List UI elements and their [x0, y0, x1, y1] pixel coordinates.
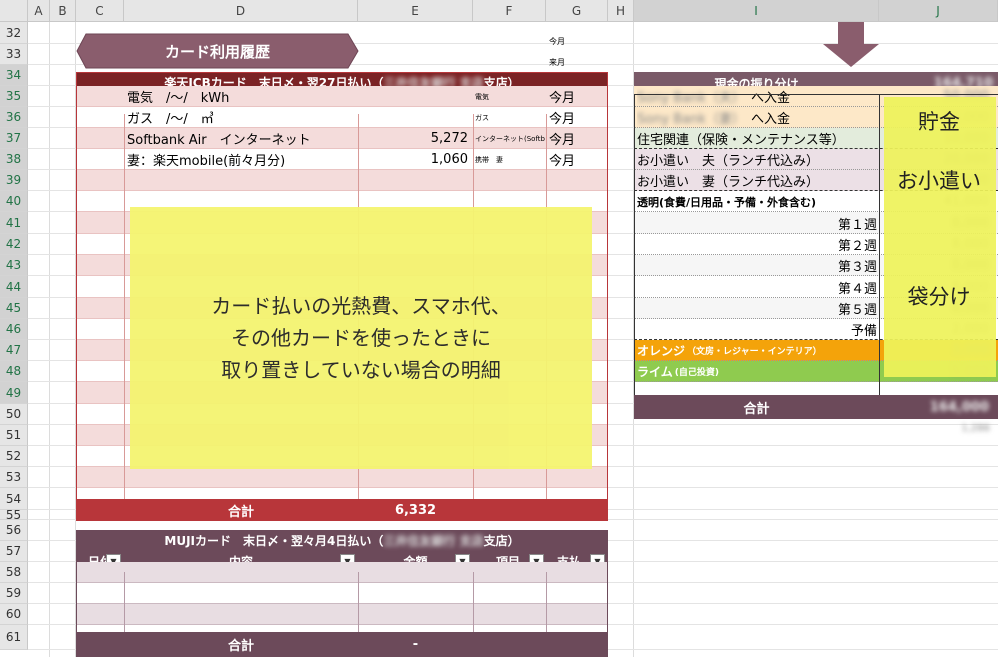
row-header[interactable]: 38: [0, 149, 28, 170]
note-line-3: 取り置きしていない場合の明細: [221, 358, 501, 382]
rakuten-row-pay[interactable]: 今月: [549, 86, 605, 107]
rakuten-row-item[interactable]: インターネット(Softbank): [475, 128, 545, 149]
rakuten-row-content[interactable]: 妻：楽天mobile(前々月分): [127, 149, 357, 170]
rakuten-row-item[interactable]: 携帯 妻: [475, 149, 545, 170]
rakuten-row-content[interactable]: ガス /～/ ㎥: [127, 107, 357, 128]
row-header[interactable]: 39: [0, 170, 28, 191]
card-history-banner-title: カード利用履歴: [164, 42, 270, 61]
row-header[interactable]: 33: [0, 44, 28, 65]
row-header[interactable]: 51: [0, 425, 28, 446]
rakuten-row-content[interactable]: 電気 /～/ kWh: [127, 86, 357, 107]
note-line-1: カード払いの光熱費、スマホ代、: [211, 294, 511, 318]
muji-total-value: -: [412, 637, 419, 652]
yellow-note-box[interactable]: カード払いの光熱費、スマホ代、 その他カードを使ったときに 取り置きしていない場…: [130, 207, 592, 469]
rakuten-row-amount[interactable]: 5,272: [358, 128, 468, 149]
row-header[interactable]: 61: [0, 625, 28, 650]
muji-total-label: 合計: [227, 639, 254, 654]
row-header[interactable]: 35: [0, 86, 28, 107]
row-header[interactable]: 57: [0, 541, 28, 562]
column-header-h[interactable]: H: [608, 0, 634, 22]
column-header-j[interactable]: J: [879, 0, 998, 22]
row-header[interactable]: 52: [0, 446, 28, 467]
rakuten-row-content[interactable]: Softbank Air インターネット: [127, 128, 357, 149]
row-header[interactable]: 55: [0, 508, 28, 522]
column-header-g[interactable]: G: [546, 0, 608, 22]
rakuten-row-amount[interactable]: [358, 86, 468, 107]
row-header[interactable]: 45: [0, 298, 28, 319]
rakuten-row-item[interactable]: 電気: [475, 86, 545, 107]
row-header[interactable]: 50: [0, 404, 28, 425]
bag-division-label: 袋分け: [907, 285, 971, 309]
this-month-label: 今月: [549, 36, 565, 46]
row-header[interactable]: 40: [0, 191, 28, 212]
row-header[interactable]: 49: [0, 382, 28, 404]
allowance-label: お小遣い: [897, 169, 981, 193]
row-header[interactable]: 32: [0, 22, 28, 44]
column-header-e[interactable]: E: [358, 0, 473, 22]
column-header-d[interactable]: D: [124, 0, 358, 22]
rakuten-row-amount[interactable]: 1,060: [358, 149, 468, 170]
select-all-corner[interactable]: [0, 0, 28, 22]
savings-label: 貯金: [918, 110, 960, 134]
rakuten-row-amount[interactable]: [358, 107, 468, 128]
row-header[interactable]: 37: [0, 128, 28, 149]
rakuten-total-label: 合計: [227, 504, 254, 520]
rakuten-total-value: 6,332: [394, 502, 437, 518]
column-header-b[interactable]: B: [50, 0, 76, 22]
column-header-a[interactable]: A: [28, 0, 50, 22]
row-header[interactable]: 58: [0, 562, 28, 583]
down-arrow-icon: [823, 22, 879, 67]
rakuten-row-pay[interactable]: 今月: [549, 128, 605, 149]
row-header[interactable]: 53: [0, 467, 28, 488]
column-header-c[interactable]: C: [76, 0, 124, 22]
column-header-i[interactable]: I: [634, 0, 879, 22]
row-header[interactable]: 48: [0, 361, 28, 382]
note-line-2: その他カードを使ったときに: [231, 326, 491, 350]
row-header[interactable]: 42: [0, 234, 28, 255]
next-month-label: 来月: [549, 57, 565, 67]
rakuten-row-pay[interactable]: 今月: [549, 107, 605, 128]
rakuten-row-pay[interactable]: 今月: [549, 149, 605, 170]
cash-total-label: 合計: [743, 401, 770, 417]
row-header[interactable]: 41: [0, 212, 28, 234]
row-header[interactable]: 47: [0, 340, 28, 361]
row-header[interactable]: 43: [0, 255, 28, 276]
row-header[interactable]: 56: [0, 520, 28, 541]
cash-below-total: 1,286: [961, 422, 990, 434]
column-header-f[interactable]: F: [473, 0, 546, 22]
row-header[interactable]: 59: [0, 583, 28, 604]
category-overlay-sticker[interactable]: [884, 97, 996, 377]
row-header[interactable]: 34: [0, 65, 28, 86]
rakuten-row-item[interactable]: ガス: [475, 107, 545, 128]
cash-total-value: 164,000: [929, 399, 989, 415]
row-header[interactable]: 44: [0, 276, 28, 298]
row-header[interactable]: 36: [0, 107, 28, 128]
row-header[interactable]: 60: [0, 604, 28, 625]
row-header[interactable]: 46: [0, 319, 28, 340]
